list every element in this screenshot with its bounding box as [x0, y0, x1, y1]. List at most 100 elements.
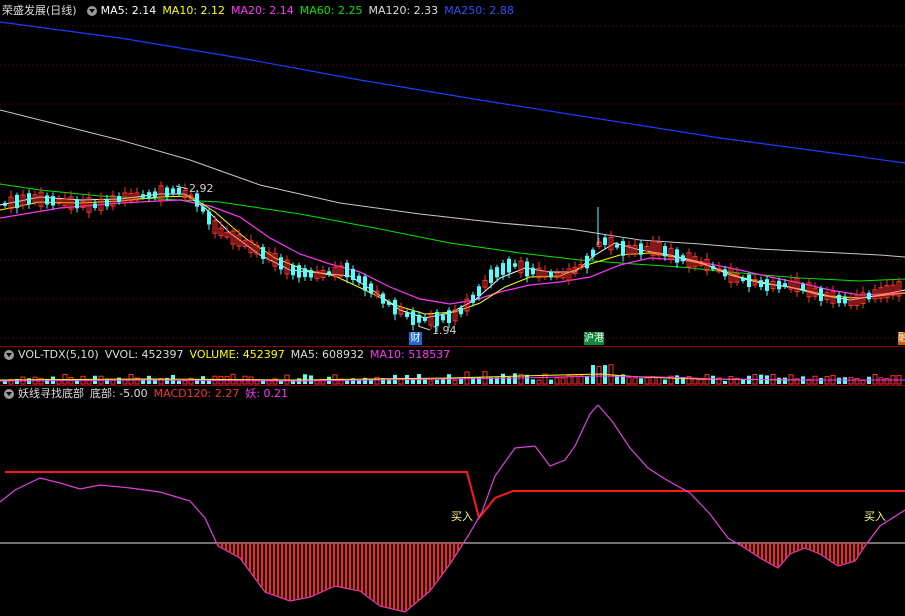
- candle-down: [681, 255, 685, 262]
- candle-down: [261, 246, 265, 259]
- candle-down: [363, 276, 367, 291]
- candle-down: [585, 255, 589, 269]
- buy-signal-2: 买入: [864, 510, 886, 523]
- volume-bar: [783, 377, 787, 384]
- marker-cai[interactable]: 财: [409, 332, 422, 345]
- candle-down: [723, 269, 727, 277]
- volume-bar: [644, 377, 650, 385]
- volume-bar: [723, 380, 727, 384]
- volume-bar: [578, 375, 584, 385]
- candle-down: [381, 293, 385, 304]
- candle-down: [549, 271, 553, 278]
- candle-down: [423, 317, 427, 321]
- candle-down: [153, 191, 157, 198]
- volume-bar: [848, 376, 854, 385]
- ma5-label: MA5: 2.14: [100, 4, 157, 17]
- candle-down: [369, 283, 373, 294]
- volume-bar: [698, 378, 704, 385]
- volume-header: VOL-TDX(5,10) VVOL: 452397 VOLUME: 45239…: [0, 348, 456, 362]
- candle-down: [51, 196, 55, 206]
- dropdown-icon[interactable]: [86, 6, 97, 16]
- candle-down: [459, 307, 463, 315]
- volume-bar: [663, 379, 667, 384]
- candle-down: [351, 268, 355, 281]
- candle-down: [195, 193, 199, 207]
- marker-right[interactable]: 融: [898, 332, 905, 345]
- candle-down: [387, 301, 391, 305]
- candle-down: [501, 263, 505, 275]
- volume-bar: [345, 380, 349, 384]
- candle-down: [75, 199, 79, 209]
- dropdown-icon[interactable]: [4, 389, 14, 399]
- vol-title: VOL-TDX(5,10): [18, 348, 99, 361]
- candle-down: [591, 249, 595, 257]
- candle-down: [495, 267, 499, 278]
- volume-bar: [549, 379, 553, 384]
- high-price-label: 2.92: [189, 182, 214, 195]
- candle-down: [303, 268, 307, 277]
- low-pointer: [417, 325, 431, 331]
- candle-down: [711, 265, 715, 270]
- indicator-chart: [0, 404, 905, 613]
- candle-down: [765, 279, 769, 291]
- candle-down: [141, 194, 145, 198]
- ma60-label: MA60: 2.25: [299, 4, 363, 17]
- ind-title: 妖线寻找底部: [18, 387, 84, 400]
- yao-label: 妖: 0.21: [245, 387, 289, 400]
- volume-panel[interactable]: VOL-TDX(5,10) VVOL: 452397 VOLUME: 45239…: [0, 347, 905, 385]
- candle-down: [357, 275, 361, 283]
- candle-down: [309, 270, 313, 278]
- ma20-label: MA20: 2.14: [231, 4, 294, 17]
- marker-gang[interactable]: 沪港: [584, 332, 604, 345]
- candle-down: [843, 297, 847, 304]
- volume-bar: [560, 377, 566, 385]
- volume-bar: [741, 379, 745, 384]
- candle-down: [615, 244, 619, 248]
- volume-bar: [513, 373, 517, 384]
- volume-bar: [452, 379, 458, 385]
- candle-down: [621, 241, 625, 256]
- candle-down: [477, 286, 481, 297]
- indicator-header: 妖线寻找底部 底部: -5.00 MACD120: 2.27 妖: 0.21: [0, 387, 294, 401]
- candle-down: [3, 202, 7, 206]
- volume-bar: [303, 374, 307, 384]
- candle-down: [675, 249, 679, 263]
- dropdown-icon[interactable]: [4, 350, 14, 360]
- vol-ma10-label: MA10: 518537: [370, 348, 451, 361]
- vol-ma5-label: MA5: 608932: [290, 348, 365, 361]
- candle-down: [513, 263, 517, 267]
- stock-title: 荣盛发展(日线): [2, 4, 77, 17]
- candle-down: [393, 299, 397, 315]
- price-panel[interactable]: 荣盛发展(日线) MA5: 2.14 MA10: 2.12 MA20: 2.14…: [0, 0, 905, 346]
- candle-down: [417, 314, 421, 323]
- volume-bar: [777, 377, 781, 384]
- candle-down: [663, 246, 667, 257]
- indicator-panel[interactable]: 妖线寻找底部 底部: -5.00 MACD120: 2.27 妖: 0.21 买…: [0, 386, 905, 616]
- ma250-line: [0, 21, 905, 164]
- candle-down: [177, 187, 181, 195]
- candle-down: [27, 193, 31, 205]
- volume-bar: [374, 376, 380, 385]
- vvol-label: VVOL: 452397: [104, 348, 184, 361]
- volume-bar: [639, 378, 643, 384]
- candle-down: [801, 284, 805, 291]
- candle-down: [411, 311, 415, 325]
- volume-bar: [585, 376, 589, 384]
- volume-bar: [117, 377, 121, 384]
- ma10-label: MA10: 2.12: [162, 4, 226, 17]
- buy-signal-1: 买入: [451, 510, 473, 523]
- ma60-line: [0, 183, 905, 282]
- candle-down: [507, 258, 511, 273]
- candle-down: [117, 196, 121, 202]
- price-chart: [0, 21, 905, 339]
- volume-bar: [182, 380, 188, 385]
- volume-label: VOLUME: 452397: [189, 348, 285, 361]
- volume-bar: [711, 375, 715, 384]
- candle-down: [147, 192, 151, 199]
- ma120-label: MA120: 2.33: [368, 4, 439, 17]
- volume-bar: [728, 376, 734, 385]
- candle-down: [819, 288, 823, 301]
- volume-bar: [357, 380, 361, 384]
- ma20-line: [0, 199, 905, 305]
- candle-down: [747, 274, 751, 288]
